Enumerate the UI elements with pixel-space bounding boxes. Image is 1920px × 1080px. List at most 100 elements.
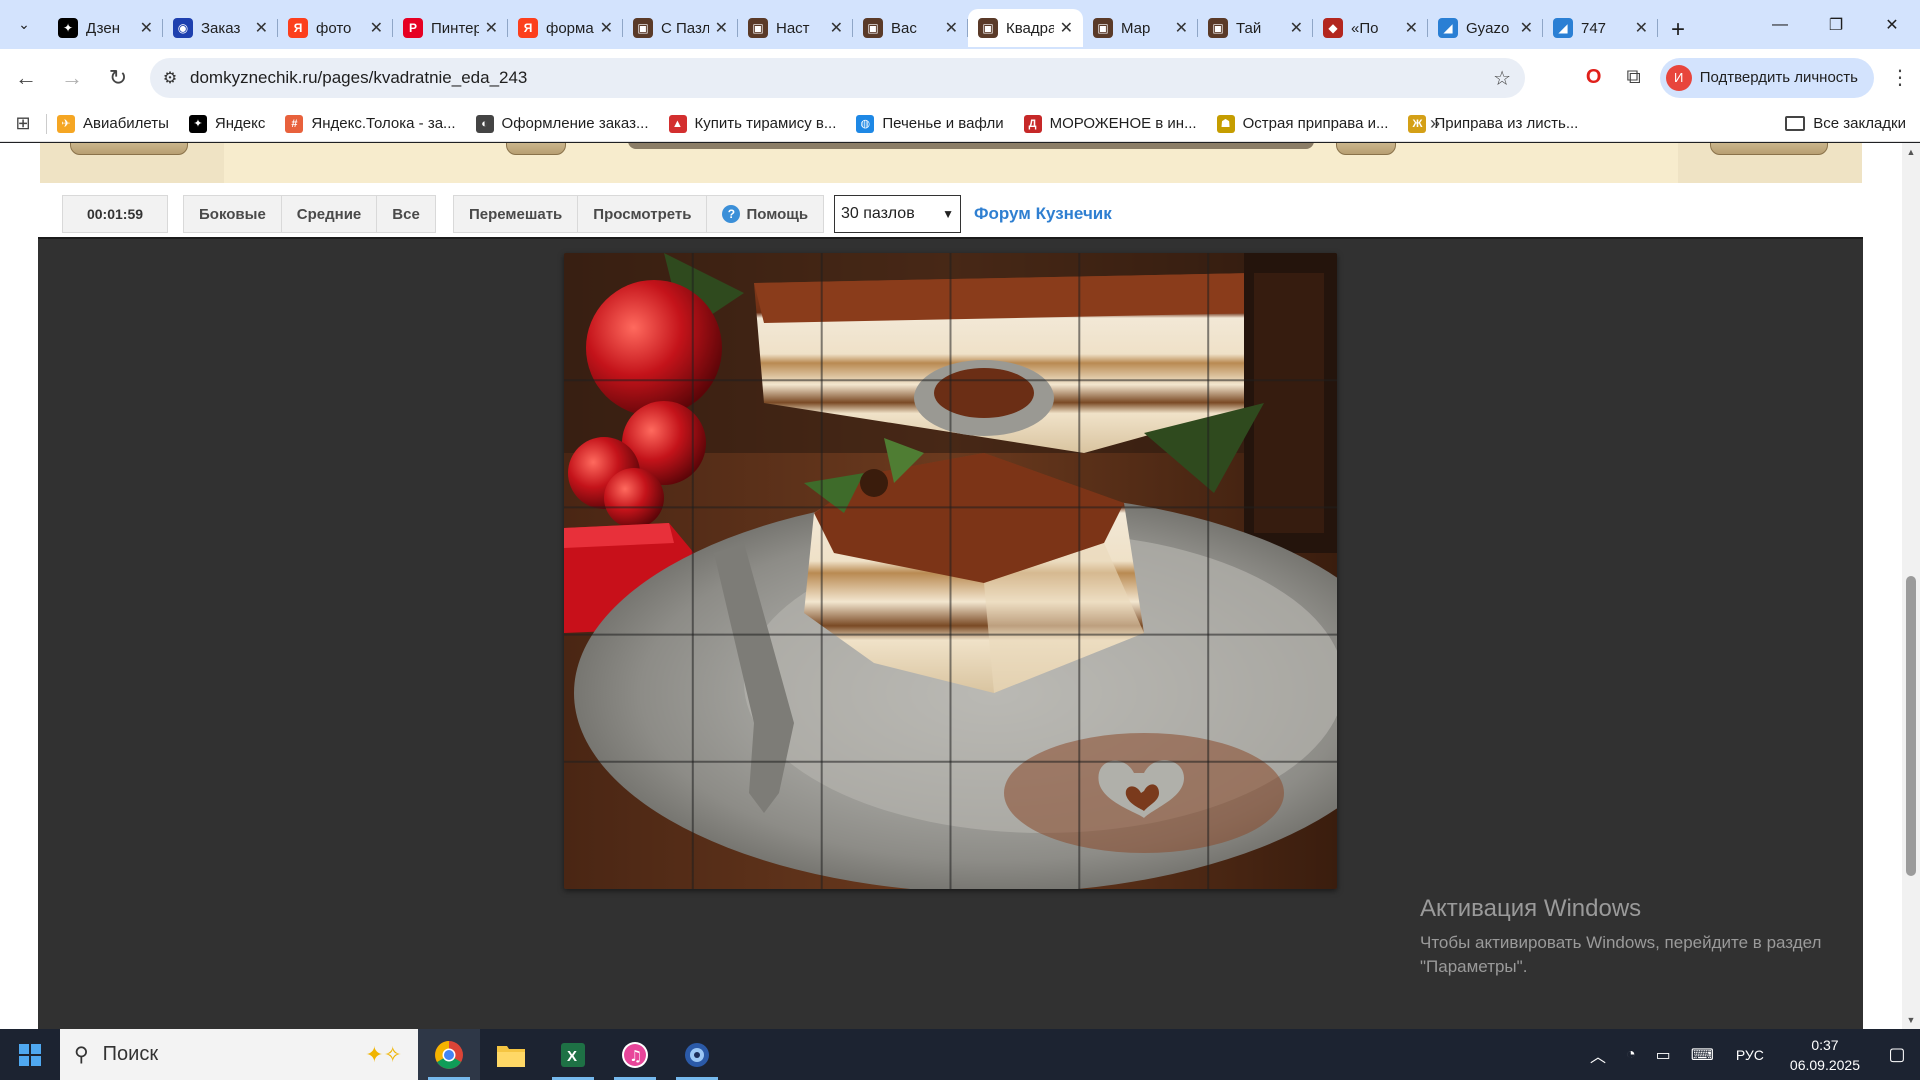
close-tab-icon[interactable]: ✕ xyxy=(1290,18,1303,38)
chevron-up-icon[interactable]: ︿ xyxy=(1590,1043,1606,1067)
bookmark-item[interactable]: Д МОРОЖЕНОЕ в ин... xyxy=(1023,114,1197,133)
network-icon[interactable]: ◔ xyxy=(1626,1046,1636,1064)
bookmark-label: Авиабилеты xyxy=(83,115,169,132)
bookmark-item[interactable]: ✈ Авиабилеты xyxy=(57,114,169,133)
browser-tab[interactable]: ◆ «По ✕ xyxy=(1313,9,1428,47)
bookmark-item[interactable]: ▲ Купить тирамису в... xyxy=(668,114,836,133)
window-controls: — ❐ ✕ xyxy=(1752,0,1920,49)
banner-left-button[interactable] xyxy=(70,143,188,155)
new-tab-button[interactable]: + xyxy=(1658,11,1698,49)
yandex-icon: Я xyxy=(288,18,308,38)
all-bookmarks-button[interactable]: Все закладки xyxy=(1785,115,1906,132)
back-button[interactable]: ← xyxy=(6,58,46,98)
browser-tab[interactable]: ◢ 747 ✕ xyxy=(1543,9,1658,47)
all-pieces-button[interactable]: Все xyxy=(377,196,435,232)
bookmark-item[interactable]: ◍ Печенье и вафли xyxy=(856,114,1004,133)
extensions-puzzle-icon[interactable]: ⧉ xyxy=(1614,58,1654,98)
apps-grid-icon[interactable]: ⊞ xyxy=(0,113,46,134)
close-tab-icon[interactable]: ✕ xyxy=(715,18,728,38)
browser-tab[interactable]: ▣ Квадратные ✕ xyxy=(968,9,1083,47)
close-tab-icon[interactable]: ✕ xyxy=(255,18,268,38)
help-icon: ? xyxy=(722,205,741,223)
browser-toolbar: ← → ↻ ⚙ domkyznechik.ru/pages/kvadratnie… xyxy=(0,49,1920,106)
opera-extension-icon[interactable]: O xyxy=(1574,58,1614,98)
taskbar-search[interactable]: ⚲ Поиск ✦✧ xyxy=(60,1029,418,1080)
browser-tab[interactable]: P Пинтерест ✕ xyxy=(393,9,508,47)
bookmark-label: МОРОЖЕНОЕ в ин... xyxy=(1049,115,1197,132)
close-tab-icon[interactable]: ✕ xyxy=(1175,18,1188,38)
reload-button[interactable]: ↻ xyxy=(98,58,138,98)
more-bookmarks-chevron-icon[interactable]: » xyxy=(1430,113,1440,134)
shuffle-button[interactable]: Перемешать xyxy=(454,196,579,232)
bookmark-star-icon[interactable]: ☆ xyxy=(1493,66,1511,91)
watermark-line: Чтобы активировать Windows, перейдите в … xyxy=(1420,933,1822,952)
close-tab-icon[interactable]: ✕ xyxy=(370,18,383,38)
close-tab-icon[interactable]: ✕ xyxy=(830,18,843,38)
browser-tab[interactable]: ▣ Мар ✕ xyxy=(1083,9,1198,47)
excel-taskbar-app[interactable]: X xyxy=(542,1029,604,1080)
clock[interactable]: 0:37 06.09.2025 xyxy=(1790,1035,1860,1075)
keyboard-icon[interactable]: ⌨ xyxy=(1691,1045,1714,1065)
browser-tab[interactable]: Яфото ✕ xyxy=(278,9,393,47)
close-window-button[interactable]: ✕ xyxy=(1864,0,1920,49)
scrollbar-thumb[interactable] xyxy=(1906,576,1916,876)
bookmark-item[interactable]: ✦ Яндекс xyxy=(188,114,265,133)
tab-search-button[interactable]: ⌄ xyxy=(0,0,48,49)
banner-tab[interactable] xyxy=(506,143,566,155)
minimize-button[interactable]: — xyxy=(1752,0,1808,49)
close-tab-icon[interactable]: ✕ xyxy=(600,18,613,38)
close-tab-icon[interactable]: ✕ xyxy=(1405,18,1418,38)
url-text[interactable]: domkyznechik.ru/pages/kvadratnie_eda_243 xyxy=(190,68,527,88)
bookmark-item[interactable]: ◐ Оформление заказ... xyxy=(475,114,649,133)
browser-tab[interactable]: ▣ С Пазлы ✕ xyxy=(623,9,738,47)
close-tab-icon[interactable]: ✕ xyxy=(945,18,958,38)
scroll-down-arrow-icon[interactable]: ▼ xyxy=(1902,1015,1920,1025)
browser-tab[interactable]: ◉ Заказ ✕ xyxy=(163,9,278,47)
browser-menu-button[interactable]: ⋮ xyxy=(1880,58,1920,98)
preview-button[interactable]: Просмотреть xyxy=(578,196,708,232)
close-tab-icon[interactable]: ✕ xyxy=(1060,18,1073,38)
profile-button[interactable]: И Подтвердить личность xyxy=(1659,57,1874,98)
bookmark-item[interactable]: ☗ Острая приправа и... xyxy=(1216,114,1388,133)
close-tab-icon[interactable]: ✕ xyxy=(140,18,153,38)
windows-taskbar: ⚲ Поиск ✦✧ X ♫ ︿ ◔ ▭ ⌨ РУС 0:37 06.09.20… xyxy=(0,1029,1920,1080)
battery-icon[interactable]: ▭ xyxy=(1656,1045,1671,1065)
pieces-count-select[interactable]: 30 пазлов ▼ xyxy=(834,195,961,233)
start-button[interactable] xyxy=(0,1029,60,1080)
banner-tab[interactable] xyxy=(1336,143,1396,155)
middle-pieces-button[interactable]: Средние xyxy=(282,196,378,232)
input-language[interactable]: РУС xyxy=(1736,1047,1764,1063)
app-taskbar-app[interactable] xyxy=(666,1029,728,1080)
notification-center-button[interactable]: ▢ xyxy=(1874,1029,1920,1080)
puzzle-site-icon: ▣ xyxy=(978,18,998,38)
plus-icon: + xyxy=(1670,16,1685,43)
browser-tab[interactable]: ▣ Тай ✕ xyxy=(1198,9,1313,47)
site-settings-icon[interactable]: ⚙ xyxy=(150,68,190,88)
puzzle-image[interactable] xyxy=(564,253,1337,889)
edge-pieces-button[interactable]: Боковые xyxy=(184,196,282,232)
forward-button[interactable]: → xyxy=(52,58,92,98)
help-button[interactable]: ? Помощь xyxy=(707,196,823,232)
itunes-taskbar-app[interactable]: ♫ xyxy=(604,1029,666,1080)
arrow-right-icon: → xyxy=(61,64,83,90)
page-scrollbar[interactable]: ▲ ▼ xyxy=(1902,143,1920,1029)
chrome-taskbar-app[interactable] xyxy=(418,1029,480,1080)
close-tab-icon[interactable]: ✕ xyxy=(1520,18,1533,38)
browser-tab[interactable]: ▣ Вас ✕ xyxy=(853,9,968,47)
close-tab-icon[interactable]: ✕ xyxy=(1635,18,1648,38)
file-explorer-taskbar-app[interactable] xyxy=(480,1029,542,1080)
banner-right-button[interactable] xyxy=(1710,143,1828,155)
forum-link[interactable]: Форум Кузнечик xyxy=(974,204,1112,224)
bookmark-item[interactable]: # Яндекс.Толока - за... xyxy=(285,114,456,133)
restore-icon: ❐ xyxy=(1828,16,1844,34)
close-tab-icon[interactable]: ✕ xyxy=(485,18,498,38)
browser-tab[interactable]: ✦ Дзен ✕ xyxy=(48,9,163,47)
scroll-up-arrow-icon[interactable]: ▲ xyxy=(1902,147,1920,157)
windows-activation-watermark: Активация Windows Чтобы активировать Win… xyxy=(1420,895,1821,979)
browser-tab[interactable]: Яформа ✕ xyxy=(508,9,623,47)
site-header-banner xyxy=(40,143,1862,183)
restore-button[interactable]: ❐ xyxy=(1808,0,1864,49)
browser-tab[interactable]: ▣ Наст ✕ xyxy=(738,9,853,47)
browser-tab[interactable]: ◢ Gyazo ✕ xyxy=(1428,9,1543,47)
address-bar[interactable]: ⚙ domkyznechik.ru/pages/kvadratnie_eda_2… xyxy=(150,58,1525,98)
